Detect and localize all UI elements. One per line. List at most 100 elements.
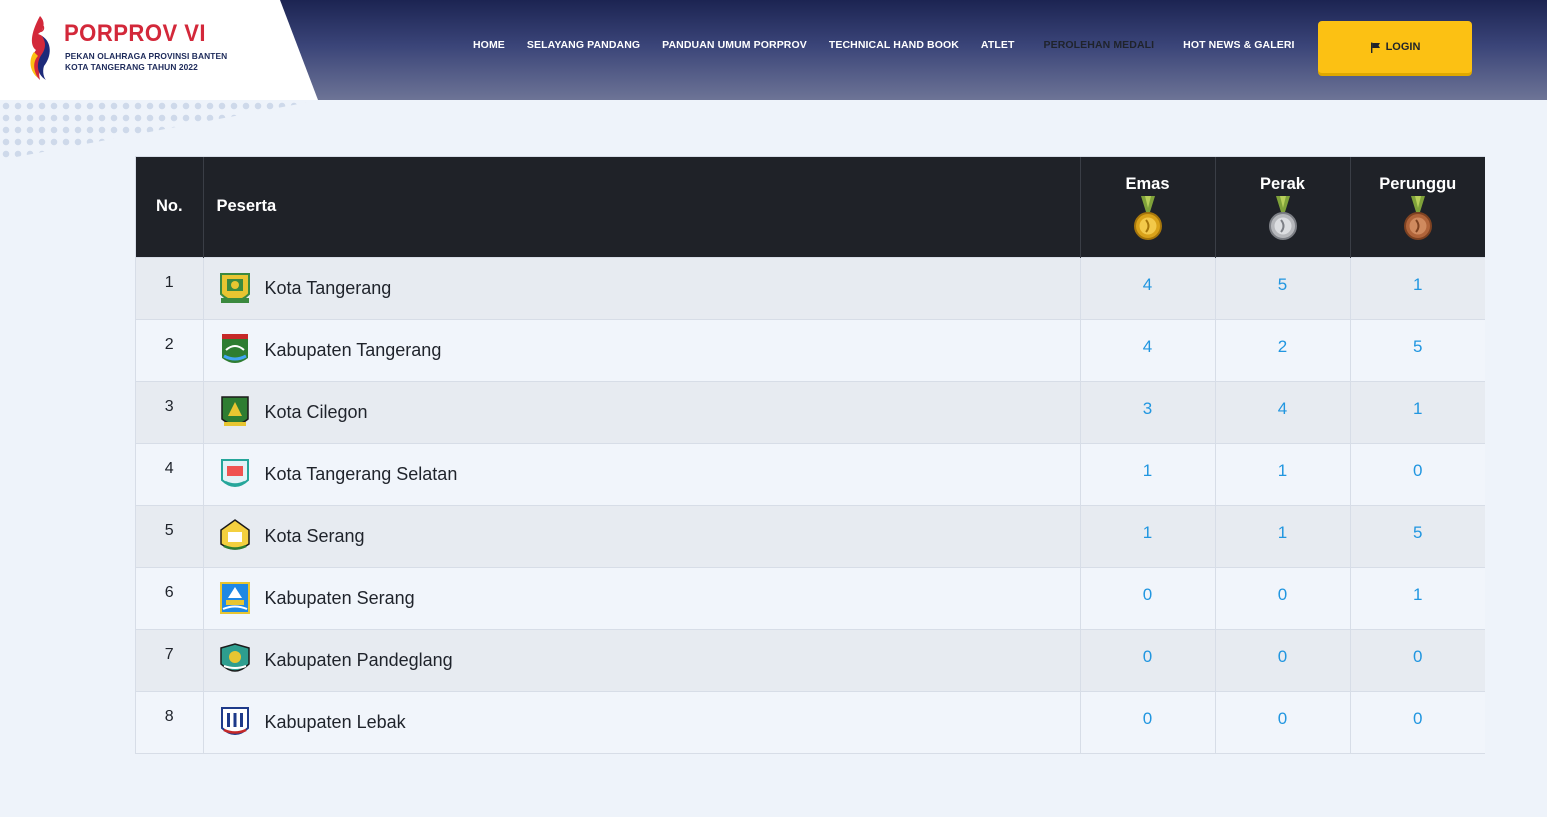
perunggu-count[interactable]: 0 <box>1350 442 1485 505</box>
nav-perolehan-medali-label: PEROLEHAN MEDALI <box>1043 39 1155 51</box>
peserta-cell: Kota Cilegon <box>203 380 1081 443</box>
perunggu-count[interactable]: 5 <box>1350 318 1485 381</box>
nav-atlet[interactable]: ATLET <box>970 26 1026 64</box>
kabupaten-tangerang-emblem-icon <box>221 334 248 363</box>
kabupaten-lebak-emblem-icon <box>220 707 249 736</box>
table-row: 6 Kabupaten Serang 0 0 1 <box>136 566 1485 629</box>
perunggu-count[interactable]: 1 <box>1350 380 1485 443</box>
table-row: 7 Kabupaten Pandeglang 0 0 0 <box>136 628 1485 691</box>
logo-subtitle-line-2: KOTA TANGERANG TAHUN 2022 <box>65 62 198 72</box>
medal-standings-table: No. Peserta Emas Perak Perunggu 1 Kota T… <box>136 157 1485 753</box>
table-row: 3 Kota Cilegon 3 4 1 <box>136 380 1485 443</box>
nav-home[interactable]: HOME <box>462 26 516 64</box>
peserta-name[interactable]: Kabupaten Pandeglang <box>265 650 453 671</box>
nav-panduan-umum[interactable]: PANDUAN UMUM PORPROV <box>651 26 818 64</box>
peserta-name[interactable]: Kabupaten Lebak <box>265 712 406 733</box>
gold-medal-icon <box>1133 196 1162 241</box>
perak-count[interactable]: 1 <box>1215 504 1351 567</box>
medal-table: No. Peserta Emas Perak Perunggu 1 Kota T… <box>135 156 1485 754</box>
rank-cell: 8 <box>136 690 204 753</box>
emas-count[interactable]: 0 <box>1080 566 1216 629</box>
rank-cell: 7 <box>136 628 204 691</box>
table-row: 4 Kota Tangerang Selatan 1 1 0 <box>136 442 1485 505</box>
table-row: 8 Kabupaten Lebak 0 0 0 <box>136 690 1485 753</box>
table-header-row: No. Peserta Emas Perak Perunggu <box>136 157 1485 257</box>
perak-count[interactable]: 5 <box>1215 256 1351 319</box>
peserta-cell: Kabupaten Pandeglang <box>203 628 1081 691</box>
peserta-name[interactable]: Kota Serang <box>265 526 365 547</box>
login-label: LOGIN <box>1385 41 1421 53</box>
kota-tangerang-emblem-icon <box>219 273 250 303</box>
nav-perolehan-medali[interactable]: PEROLEHAN MEDALI <box>1025 26 1172 64</box>
column-header-peserta: Peserta <box>203 157 1081 257</box>
peserta-cell: Kabupaten Tangerang <box>203 318 1081 381</box>
silver-medal-icon <box>1268 196 1297 241</box>
rank-cell: 5 <box>136 504 204 567</box>
emas-count[interactable]: 0 <box>1080 690 1216 753</box>
kabupaten-pandeglang-emblem-icon <box>219 643 250 672</box>
perunggu-count[interactable]: 0 <box>1350 628 1485 691</box>
logo-subtitle: PEKAN OLAHRAGA PROVINSI BANTEN KOTA TANG… <box>65 51 227 73</box>
table-body: 1 Kota Tangerang 4 5 1 2 Kabupaten Tange… <box>136 256 1485 753</box>
peserta-name[interactable]: Kota Tangerang Selatan <box>265 464 458 485</box>
peserta-name[interactable]: Kabupaten Serang <box>265 588 415 609</box>
table-header: No. Peserta Emas Perak Perunggu <box>136 157 1485 257</box>
logo-area[interactable]: PORPROV VI PEKAN OLAHRAGA PROVINSI BANTE… <box>0 0 318 100</box>
perak-count[interactable]: 2 <box>1215 318 1351 381</box>
peserta-cell: Kota Serang <box>203 504 1081 567</box>
perunggu-count[interactable]: 5 <box>1350 504 1485 567</box>
table-row: 2 Kabupaten Tangerang 4 2 5 <box>136 318 1485 381</box>
column-header-emas: Emas <box>1080 157 1216 257</box>
emas-count[interactable]: 4 <box>1080 256 1216 319</box>
peserta-cell: Kota Tangerang <box>203 256 1081 319</box>
table-row: 1 Kota Tangerang 4 5 1 <box>136 256 1485 319</box>
emas-count[interactable]: 4 <box>1080 318 1216 381</box>
kota-tangerang-selatan-emblem-icon <box>220 459 249 487</box>
perunggu-count[interactable]: 0 <box>1350 690 1485 753</box>
emas-count[interactable]: 0 <box>1080 628 1216 691</box>
column-header-perunggu: Perunggu <box>1350 157 1485 257</box>
column-header-no: No. <box>136 157 204 257</box>
logo-subtitle-line-1: PEKAN OLAHRAGA PROVINSI BANTEN <box>65 51 228 61</box>
peserta-name[interactable]: Kabupaten Tangerang <box>265 340 442 361</box>
perunggu-count[interactable]: 1 <box>1350 256 1485 319</box>
porprov-logo-icon <box>30 16 50 80</box>
emas-count[interactable]: 1 <box>1080 442 1216 505</box>
nav-technical-hand-book-label: TECHNICAL HAND BOOK <box>828 39 959 51</box>
kota-cilegon-emblem-icon <box>220 396 249 426</box>
peserta-cell: Kota Tangerang Selatan <box>203 442 1081 505</box>
bronze-medal-icon <box>1403 196 1432 241</box>
nav-panduan-umum-label: PANDUAN UMUM PORPROV <box>662 39 807 51</box>
emas-count[interactable]: 1 <box>1080 504 1216 567</box>
nav-home-label: HOME <box>473 39 505 51</box>
perak-count[interactable]: 0 <box>1215 566 1351 629</box>
peserta-name[interactable]: Kota Cilegon <box>265 402 368 423</box>
rank-cell: 2 <box>136 318 204 381</box>
perunggu-count[interactable]: 1 <box>1350 566 1485 629</box>
column-header-perak: Perak <box>1215 157 1351 257</box>
peserta-cell: Kabupaten Serang <box>203 566 1081 629</box>
perak-count[interactable]: 0 <box>1215 628 1351 691</box>
table-row: 5 Kota Serang 1 1 5 <box>136 504 1485 567</box>
rank-cell: 6 <box>136 566 204 629</box>
site-header: PORPROV VI PEKAN OLAHRAGA PROVINSI BANTE… <box>0 0 1547 100</box>
flag-icon <box>1370 42 1380 53</box>
logo-title: PORPROV VI <box>64 20 207 47</box>
peserta-name[interactable]: Kota Tangerang <box>265 278 392 299</box>
decorative-dot-pattern <box>0 100 320 160</box>
rank-cell: 3 <box>136 380 204 443</box>
nav-atlet-label: ATLET <box>980 39 1015 51</box>
nav-technical-hand-book[interactable]: TECHNICAL HAND BOOK <box>818 26 970 64</box>
nav-hot-news-galeri[interactable]: HOT NEWS & GALERI <box>1172 26 1305 64</box>
emas-count[interactable]: 3 <box>1080 380 1216 443</box>
peserta-cell: Kabupaten Lebak <box>203 690 1081 753</box>
perak-count[interactable]: 0 <box>1215 690 1351 753</box>
nav-hot-news-galeri-label: HOT NEWS & GALERI <box>1183 39 1295 51</box>
perak-count[interactable]: 4 <box>1215 380 1351 443</box>
nav-selayang-pandang[interactable]: SELAYANG PANDANG <box>516 26 651 64</box>
rank-cell: 4 <box>136 442 204 505</box>
kota-serang-emblem-icon <box>219 519 250 550</box>
login-button[interactable]: LOGIN <box>1318 21 1472 73</box>
kabupaten-serang-emblem-icon <box>219 582 250 614</box>
perak-count[interactable]: 1 <box>1215 442 1351 505</box>
